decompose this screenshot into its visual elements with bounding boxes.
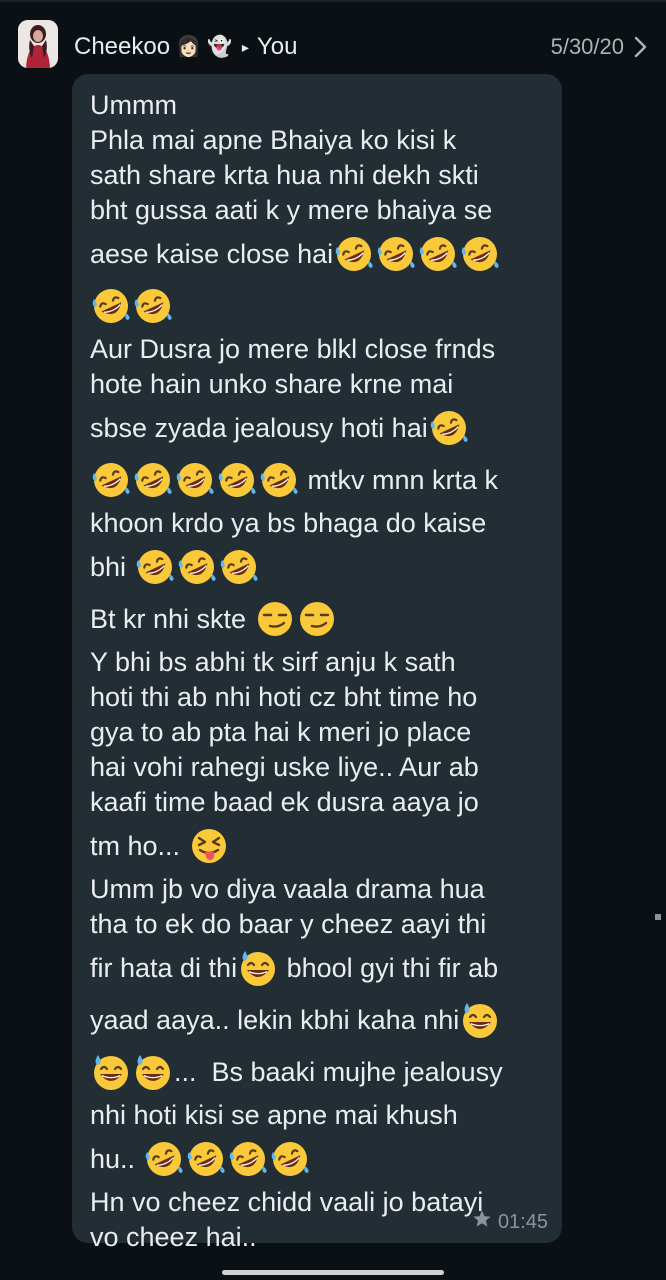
message-text-segment: kaafi time baad ek dusra aaya jo bbox=[90, 787, 479, 817]
rofl-emoji-icon bbox=[185, 1138, 227, 1180]
message-line: Y bhi bs abhi tk sirf anju k sath bbox=[90, 645, 544, 680]
message-text-segment: hote hain unko share krne mai bbox=[90, 369, 454, 399]
message-line: hai vohi rahegi uske liye.. Aur ab bbox=[90, 750, 544, 785]
message-text-segment: Ummm bbox=[90, 90, 177, 120]
star-icon bbox=[472, 1209, 492, 1235]
message-text-segment: bhi bbox=[90, 552, 134, 582]
message-line: sath share krta hua nhi dekh skti bbox=[90, 158, 544, 193]
message-text-segment: bhool gyi thi fir ab bbox=[279, 953, 499, 983]
message-line: sbse zyada jealousy hoti hai bbox=[90, 402, 544, 454]
message-text-segment: Bt kr nhi skte bbox=[90, 604, 254, 634]
rofl-emoji-icon bbox=[134, 546, 176, 588]
message-line: Umm jb vo diya vaala drama hua bbox=[90, 872, 544, 907]
grinning-sweat-emoji-icon bbox=[132, 1051, 174, 1093]
arrow-right-icon: ▸ bbox=[241, 38, 249, 55]
message-text-segment: tha to ek do baar y cheez aayi thi bbox=[90, 909, 487, 939]
message-text-segment: hoti thi ab nhi hoti cz bht time ho bbox=[90, 682, 478, 712]
message-text-segment: khoon krdo ya bs bhaga do kaise bbox=[90, 508, 487, 538]
smirk-emoji-icon bbox=[296, 598, 338, 640]
message-line: bht gussa aati k y mere bhaiya se bbox=[90, 193, 544, 228]
rofl-emoji-icon bbox=[417, 233, 459, 275]
message-line: khoon krdo ya bs bhaga do kaise bbox=[90, 506, 544, 541]
message-line: aese kaise close hai bbox=[90, 228, 544, 280]
message-text-segment: tm ho... bbox=[90, 831, 188, 861]
message-line: kaafi time baad ek dusra aaya jo bbox=[90, 785, 544, 820]
message-text-segment: Umm jb vo diya vaala drama hua bbox=[90, 874, 485, 904]
rofl-emoji-icon bbox=[333, 233, 375, 275]
message-text-segment: Hn vo cheez chidd vaali jo batayi bbox=[90, 1187, 484, 1217]
home-indicator[interactable] bbox=[222, 1270, 444, 1275]
rofl-emoji-icon bbox=[428, 407, 470, 449]
message-text-segment: Phla mai apne Bhaiya ko kisi k bbox=[90, 125, 457, 155]
message-meta: 01:45 bbox=[472, 1209, 548, 1235]
message-date: 5/30/20 bbox=[550, 34, 624, 59]
rofl-emoji-icon bbox=[143, 1138, 185, 1180]
message-text-segment: mtkv mnn krta k bbox=[300, 465, 499, 495]
rofl-emoji-icon bbox=[132, 285, 174, 327]
message-text-segment: hai vohi rahegi uske liye.. Aur ab bbox=[90, 752, 479, 782]
grinning-sweat-emoji-icon bbox=[90, 1051, 132, 1093]
message-line: hu.. bbox=[90, 1133, 544, 1185]
rofl-emoji-icon bbox=[375, 233, 417, 275]
scroll-indicator[interactable] bbox=[655, 914, 661, 920]
message-line: yaad aaya.. lekin kbhi kaha nhi bbox=[90, 994, 544, 1046]
message-line: nhi hoti kisi se apne mai khush bbox=[90, 1098, 544, 1133]
rofl-emoji-icon bbox=[258, 459, 300, 501]
rofl-emoji-icon bbox=[174, 459, 216, 501]
top-divider bbox=[0, 0, 666, 2]
message-line: Phla mai apne Bhaiya ko kisi k bbox=[90, 123, 544, 158]
message-line: fir hata di thi bhool gyi thi fir ab bbox=[90, 942, 544, 994]
message-line: Aur Dusra jo mere blkl close frnds bbox=[90, 332, 544, 367]
smirk-emoji-icon bbox=[254, 598, 296, 640]
grinning-sweat-emoji-icon bbox=[459, 999, 501, 1041]
rofl-emoji-icon bbox=[227, 1138, 269, 1180]
message-line: tm ho... bbox=[90, 820, 544, 872]
chevron-right-icon[interactable] bbox=[630, 34, 652, 60]
message-text-segment: sbse zyada jealousy hoti hai bbox=[90, 413, 428, 443]
message-text-segment: bht gussa aati k y mere bhaiya se bbox=[90, 195, 493, 225]
message-text-segment: hu.. bbox=[90, 1144, 143, 1174]
message-text-segment: gya to ab pta hai k meri jo place bbox=[90, 717, 472, 747]
rofl-emoji-icon bbox=[132, 459, 174, 501]
message-text-segment: fir hata di thi bbox=[90, 953, 238, 983]
rofl-emoji-icon bbox=[216, 459, 258, 501]
message-line: tha to ek do baar y cheez aayi thi bbox=[90, 907, 544, 942]
message-text-segment: nhi hoti kisi se apne mai khush bbox=[90, 1100, 458, 1130]
message-line: Ummm bbox=[90, 88, 544, 123]
message-text-segment: aese kaise close hai bbox=[90, 239, 334, 269]
grinning-sweat-emoji-icon bbox=[237, 947, 279, 989]
message-bubble[interactable]: Ummm Phla mai apne Bhaiya ko kisi k sath s… bbox=[72, 74, 562, 1252]
message-text: Ummm Phla mai apne Bhaiya ko kisi k sath s… bbox=[90, 88, 544, 1255]
rofl-emoji-icon bbox=[218, 546, 260, 588]
message-line: bhi bbox=[90, 541, 544, 593]
rofl-emoji-icon bbox=[269, 1138, 311, 1180]
sender-line: Cheekoo 👩🏻 👻 ▸ You bbox=[74, 30, 297, 64]
recipient-name: You bbox=[256, 33, 298, 60]
sender-name[interactable]: Cheekoo bbox=[74, 33, 170, 61]
squinting-tongue-emoji-icon bbox=[188, 825, 230, 867]
woman-emoji-icon: 👩🏻 bbox=[176, 36, 201, 58]
message-line: hote hain unko share krne mai bbox=[90, 367, 544, 402]
message-line bbox=[90, 280, 544, 332]
message-text-segment: ... Bs baaki mujhe jealousy bbox=[174, 1057, 503, 1087]
rofl-emoji-icon bbox=[90, 459, 132, 501]
message-text-segment: Aur Dusra jo mere blkl close frnds bbox=[90, 334, 496, 364]
message-line: ... Bs baaki mujhe jealousy bbox=[90, 1046, 544, 1098]
rofl-emoji-icon bbox=[90, 285, 132, 327]
message-header: Cheekoo 👩🏻 👻 ▸ You 5/30/20 bbox=[0, 16, 666, 76]
avatar[interactable] bbox=[18, 20, 58, 68]
rofl-emoji-icon bbox=[459, 233, 501, 275]
message-line: hoti thi ab nhi hoti cz bht time ho bbox=[90, 680, 544, 715]
message-line: Bt kr nhi skte bbox=[90, 593, 544, 645]
message-text-segment: vo cheez hai.. bbox=[90, 1222, 257, 1252]
message-line: mtkv mnn krta k bbox=[90, 454, 544, 506]
message-line: gya to ab pta hai k meri jo place bbox=[90, 715, 544, 750]
rofl-emoji-icon bbox=[176, 546, 218, 588]
message-text-segment: sath share krta hua nhi dekh skti bbox=[90, 160, 479, 190]
message-text-segment: yaad aaya.. lekin kbhi kaha nhi bbox=[90, 1005, 460, 1035]
message-time: 01:45 bbox=[497, 1210, 548, 1233]
message-text-segment: Y bhi bs abhi tk sirf anju k sath bbox=[90, 647, 456, 677]
ghost-emoji-icon: 👻 bbox=[206, 36, 232, 58]
